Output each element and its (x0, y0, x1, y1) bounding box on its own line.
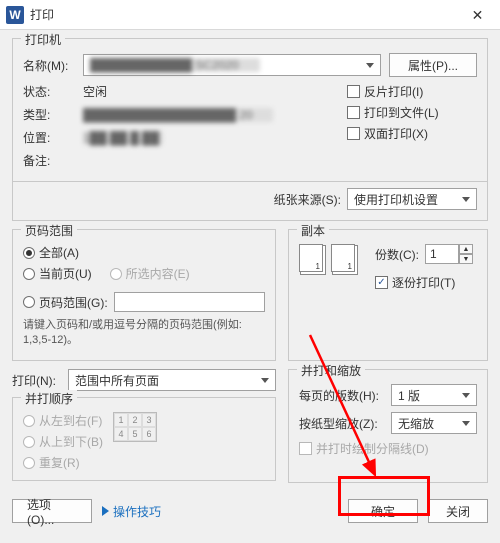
copies-group: 副本 1 1 份数(C): (288, 229, 488, 361)
m5: 5 (128, 427, 142, 441)
draw-lines-label: 并打时绘制分隔线(D) (316, 440, 429, 457)
comment-label: 备注: (23, 152, 83, 169)
range-all-label: 全部(A) (39, 244, 79, 261)
printer-name-value: ████████████ SC2020 (90, 58, 260, 72)
m1: 1 (114, 413, 128, 427)
tips-label: 操作技巧 (113, 503, 161, 520)
printer-legend: 打印机 (21, 31, 65, 48)
order-ttb-radio: 从上到下(B) (23, 433, 103, 450)
collate-label: 逐份打印(T) (392, 274, 455, 291)
order-ltr-radio: 从左到右(F) (23, 412, 103, 429)
copies-count-label: 份数(C): (375, 246, 419, 263)
m4: 4 (114, 427, 128, 441)
window-title: 打印 (30, 6, 54, 23)
radio-icon (110, 268, 122, 280)
m6: 6 (142, 427, 156, 441)
spin-down-icon[interactable]: ▼ (459, 254, 473, 264)
properties-button[interactable]: 属性(P)... (389, 53, 477, 77)
copies-legend: 副本 (297, 222, 329, 239)
checkbox-icon (347, 85, 360, 98)
order-repeat-label: 重复(R) (39, 454, 80, 471)
print-what-label: 打印(N): (12, 372, 68, 389)
duplex-label: 双面打印(X) (364, 125, 428, 142)
range-current-radio[interactable]: 当前页(U) (23, 265, 92, 282)
print-what-value: 范围中所有页面 (75, 372, 159, 389)
paper-source-value: 使用打印机设置 (354, 191, 438, 208)
range-all-radio[interactable]: 全部(A) (23, 244, 265, 261)
range-hint: 请键入页码和/或用逗号分隔的页码范围(例如: 1,3,5-12)。 (23, 318, 265, 349)
printer-name-select[interactable]: ████████████ SC2020 (83, 54, 381, 76)
scale-value: 无缩放 (398, 415, 434, 432)
range-current-label: 当前页(U) (39, 265, 92, 282)
reverse-print-check[interactable]: 反片打印(I) (347, 83, 477, 100)
where-value: 1██.██.█.██ (83, 131, 163, 145)
app-icon: W (6, 6, 24, 24)
m3: 3 (142, 413, 156, 427)
play-icon (102, 506, 109, 516)
printer-group: 打印机 名称(M): ████████████ SC2020 属性(P)... … (12, 38, 488, 221)
radio-icon (23, 296, 35, 308)
printer-name-label: 名称(M): (23, 57, 83, 74)
close-icon[interactable]: ✕ (455, 0, 500, 30)
checkbox-icon: ✓ (375, 276, 388, 289)
radio-icon (23, 415, 35, 427)
copies-count-value: 1 (430, 247, 437, 261)
radio-icon (23, 436, 35, 448)
order-legend: 并打顺序 (21, 390, 77, 407)
order-preview-icon: 123 456 (113, 412, 157, 442)
cancel-button[interactable]: 关闭 (428, 499, 488, 523)
print-to-file-check[interactable]: 打印到文件(L) (347, 104, 477, 121)
copies-count-input[interactable]: 1 ▲▼ (425, 244, 473, 264)
page-n: 1 (316, 262, 320, 271)
status-value: 空闲 (83, 83, 107, 100)
radio-icon (23, 268, 35, 280)
checkbox-icon (347, 127, 360, 140)
tips-link[interactable]: 操作技巧 (102, 503, 161, 520)
range-selection-label: 所选内容(E) (126, 265, 190, 282)
per-sheet-value: 1 版 (398, 387, 420, 404)
range-selection-radio: 所选内容(E) (110, 265, 190, 282)
per-sheet-select[interactable]: 1 版 (391, 384, 477, 406)
paper-source-label: 纸张来源(S): (274, 191, 341, 208)
range-pages-input[interactable] (114, 292, 265, 312)
options-button[interactable]: 选项(O)... (12, 499, 92, 523)
spin-up-icon[interactable]: ▲ (459, 244, 473, 254)
collate-icon: 1 1 (299, 244, 361, 278)
page-n: 1 (348, 262, 352, 271)
ok-button[interactable]: 确定 (348, 499, 418, 523)
checkbox-icon (299, 442, 312, 455)
reverse-print-label: 反片打印(I) (364, 83, 423, 100)
range-pages-radio[interactable]: 页码范围(G): (23, 294, 108, 311)
scale-select[interactable]: 无缩放 (391, 412, 477, 434)
per-sheet-label: 每页的版数(H): (299, 387, 391, 404)
print-what-select[interactable]: 范围中所有页面 (68, 369, 276, 391)
type-value: ██████████████████ 20 (83, 108, 273, 122)
duplex-check[interactable]: 双面打印(X) (347, 125, 477, 142)
collate-check[interactable]: ✓ 逐份打印(T) (375, 274, 477, 291)
where-label: 位置: (23, 129, 83, 146)
range-pages-label: 页码范围(G): (39, 294, 108, 311)
scale-label: 按纸型缩放(Z): (299, 415, 391, 432)
range-legend: 页码范围 (21, 222, 77, 239)
radio-icon (23, 457, 35, 469)
order-ltr-label: 从左到右(F) (39, 412, 102, 429)
status-label: 状态: (23, 83, 83, 100)
print-order-group: 并打顺序 从左到右(F) 从上到下(B) 重复(R) 123 456 (12, 397, 276, 481)
m2: 2 (128, 413, 142, 427)
paper-source-select[interactable]: 使用打印机设置 (347, 188, 477, 210)
print-to-file-label: 打印到文件(L) (364, 104, 439, 121)
type-label: 类型: (23, 106, 83, 123)
scaling-group: 并打和缩放 每页的版数(H):1 版 按纸型缩放(Z):无缩放 并打时绘制分隔线… (288, 369, 488, 483)
page-range-group: 页码范围 全部(A) 当前页(U) 所选内容(E) 页码范围(G): 请键入页码… (12, 229, 276, 361)
order-repeat-radio: 重复(R) (23, 454, 103, 471)
radio-icon (23, 247, 35, 259)
order-ttb-label: 从上到下(B) (39, 433, 103, 450)
checkbox-icon (347, 106, 360, 119)
scaling-legend: 并打和缩放 (297, 362, 365, 379)
draw-lines-check: 并打时绘制分隔线(D) (299, 440, 477, 457)
